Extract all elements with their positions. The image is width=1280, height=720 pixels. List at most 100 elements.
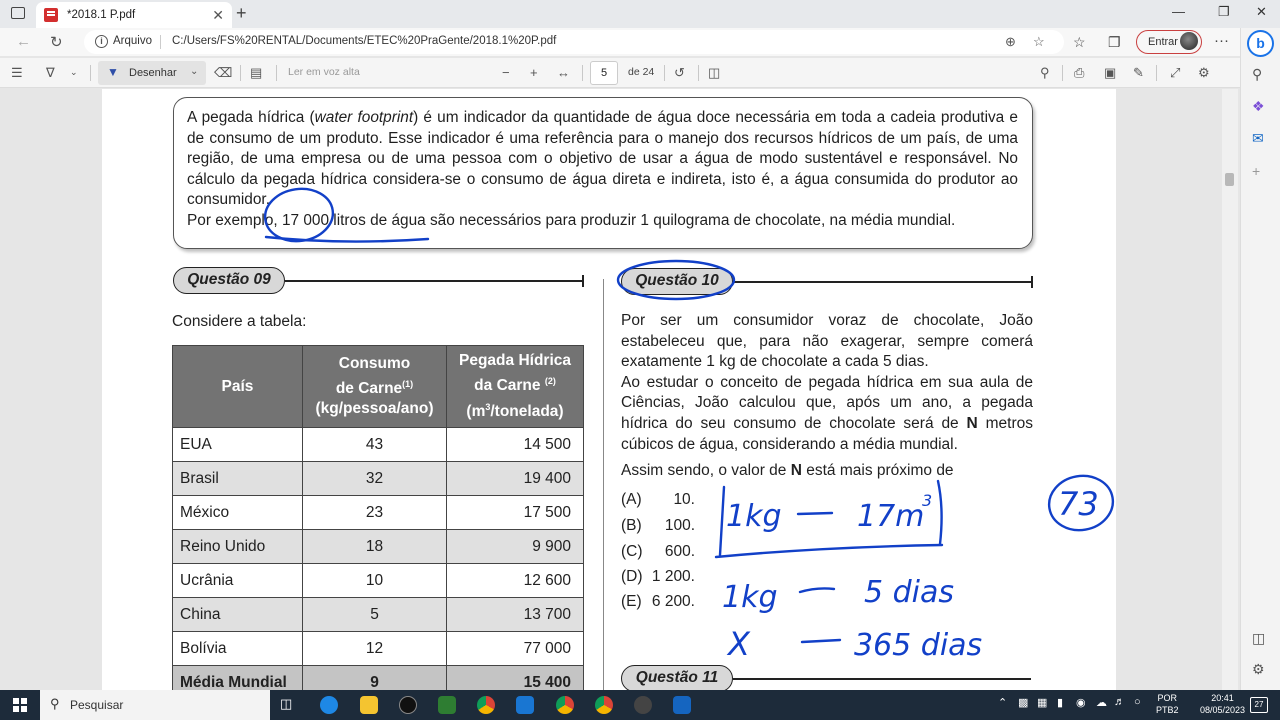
ink-text: 1kg [726,499,782,534]
mail-icon[interactable] [516,696,534,714]
keyboard-layout: PTB2 [1156,705,1179,715]
draw-button[interactable]: ▼ Desenhar ⌄ [98,61,206,85]
cloud-icon[interactable]: ☁ [1096,696,1107,709]
language-icon[interactable]: ○ [1134,696,1141,708]
store-icon[interactable] [438,696,456,714]
rotate-icon[interactable]: ↺ [674,65,685,81]
minimize-icon[interactable]: — [1172,4,1185,19]
ink-dash-2 [798,587,836,594]
highlight-icon[interactable]: ∇ [46,65,55,81]
pdf-viewer[interactable]: A pegada hídrica (water footprint) é um … [0,89,1240,690]
page-view-icon[interactable]: ◫ [708,65,720,81]
ink-bracket-bottom [714,543,944,559]
draw-pen-icon: ▼ [107,65,119,79]
taskbar-search[interactable]: ⚲ Pesquisar [40,690,270,720]
fit-page-icon[interactable]: ↔ [557,65,570,80]
sidebar-add-icon[interactable]: + [1252,163,1260,179]
file-explorer-icon[interactable] [360,696,378,714]
read-aloud-button[interactable]: Ler em voz alta [288,66,360,78]
info-icon[interactable]: i [95,35,108,48]
collections-icon[interactable]: ❐ [1108,34,1121,51]
taskbar-search-icon: ⚲ [50,696,60,711]
tray-app-icon[interactable]: ▦ [1037,696,1047,709]
draw-label: Desenhar [129,67,177,79]
language-indicator[interactable]: POR PTB2 [1156,692,1179,716]
ink-dash-1 [796,511,834,516]
tab-actions-icon[interactable] [11,7,25,19]
text-box-icon[interactable]: ▤ [250,65,262,81]
edge-taskbar-icon[interactable] [320,696,338,714]
restore-icon[interactable]: ❐ [1218,4,1230,20]
edge-sidebar: b ⚲ ❖ ✉ + ◫ ⚙ [1240,28,1280,690]
start-button[interactable] [13,698,27,712]
fullscreen-icon[interactable]: ⤢ [1170,65,1180,81]
task-view-icon[interactable]: ◫ [280,696,298,714]
favorite-add-icon[interactable]: ☆ [1033,34,1045,50]
address-field[interactable]: i Arquivo C:/Users/FS%20RENTAL/Documents… [84,30,1064,54]
toolbar-divider [240,65,241,81]
volume-icon[interactable]: ♬ [1114,696,1125,708]
highlight-chevron-icon[interactable]: ⌄ [70,67,78,78]
sidebar-search-icon[interactable]: ⚲ [1252,66,1262,83]
tab-strip: *2018.1 P.pdf ✕ + — ❐ ✕ [0,0,1280,28]
contents-icon[interactable]: ☰ [11,65,23,81]
tab-pdf[interactable]: *2018.1 P.pdf ✕ [36,2,232,28]
pdf-page: A pegada hídrica (water footprint) é um … [102,89,1116,690]
ink-text: 3 [922,491,932,510]
close-tab-icon[interactable]: ✕ [212,7,224,24]
clock[interactable]: 20:41 08/05/2023 [1200,692,1245,716]
notification-center-icon[interactable]: 27 [1250,697,1268,713]
sidebar-apps-icon[interactable]: ❖ [1252,98,1265,115]
clock-time: 20:41 [1211,693,1234,703]
url-text[interactable]: C:/Users/FS%20RENTAL/Documents/ETEC%20Pr… [172,35,556,47]
profile-avatar[interactable] [1180,32,1198,50]
new-tab-button[interactable]: + [236,3,247,24]
settings-icon[interactable]: ⚙ [1198,65,1210,81]
zoom-icon[interactable]: ⊕ [1005,34,1016,50]
toolbar-divider [90,65,91,81]
chrome-icon[interactable] [477,696,495,714]
address-label: Arquivo [113,35,152,47]
ink-text: 17m [857,499,924,534]
ink-text: X [726,625,751,663]
page-number-input[interactable]: 5 [590,61,618,85]
ink-text: 5 dias [864,575,954,610]
toolbar-divider [1062,65,1063,81]
save-icon[interactable]: ▣ [1104,65,1116,81]
tray-chevron-icon[interactable]: ⌃ [998,696,1007,709]
toolbar-divider [582,65,583,81]
chrome-profile-icon[interactable] [556,696,574,714]
address-divider [160,35,161,49]
outlook-icon[interactable]: ✉ [1252,130,1264,147]
menu-icon[interactable]: ··· [1214,32,1229,49]
ink-annotations[interactable]: 1kg 17m 3 1kg 5 dias X 365 dias 73 [102,89,1116,690]
remote-desktop-icon[interactable] [673,696,691,714]
draw-chevron-icon[interactable]: ⌄ [190,66,198,77]
tab-title: *2018.1 P.pdf [67,9,136,21]
scrollbar[interactable] [1222,89,1238,690]
sidebar-panel-icon[interactable]: ◫ [1252,630,1265,647]
eraser-icon[interactable]: ⌫ [214,65,232,81]
bing-icon[interactable]: b [1247,30,1274,57]
zoom-in-icon[interactable]: + [530,65,538,80]
battery-icon[interactable]: ▮ [1057,696,1063,709]
sidebar-settings-icon[interactable]: ⚙ [1252,661,1265,678]
chrome-profile-2-icon[interactable] [595,696,613,714]
close-window-icon[interactable]: ✕ [1256,4,1267,20]
app-icon[interactable] [634,696,652,714]
taskbar-search-placeholder: Pesquisar [70,698,124,712]
refresh-icon[interactable]: ↻ [50,33,63,51]
scrollbar-thumb[interactable] [1225,173,1234,186]
dell-icon[interactable] [399,696,417,714]
search-icon[interactable]: ⚲ [1040,65,1050,81]
favorites-icon[interactable]: ☆ [1073,34,1086,51]
network-icon[interactable]: ◉ [1076,696,1086,709]
print-icon[interactable]: ⎙ [1074,65,1084,81]
taskbar: ⚲ Pesquisar ◫ ⌃ ▩ ▦ ▮ ◉ ☁ ♬ ○ POR PTB2 2… [0,690,1280,720]
toolbar-divider [1156,65,1157,81]
toolbar-divider [276,65,277,81]
zoom-out-icon[interactable]: − [502,65,510,80]
back-icon[interactable]: ← [16,33,31,50]
tray-app-icon[interactable]: ▩ [1018,696,1028,709]
save-as-icon[interactable]: ✎ [1133,65,1144,81]
